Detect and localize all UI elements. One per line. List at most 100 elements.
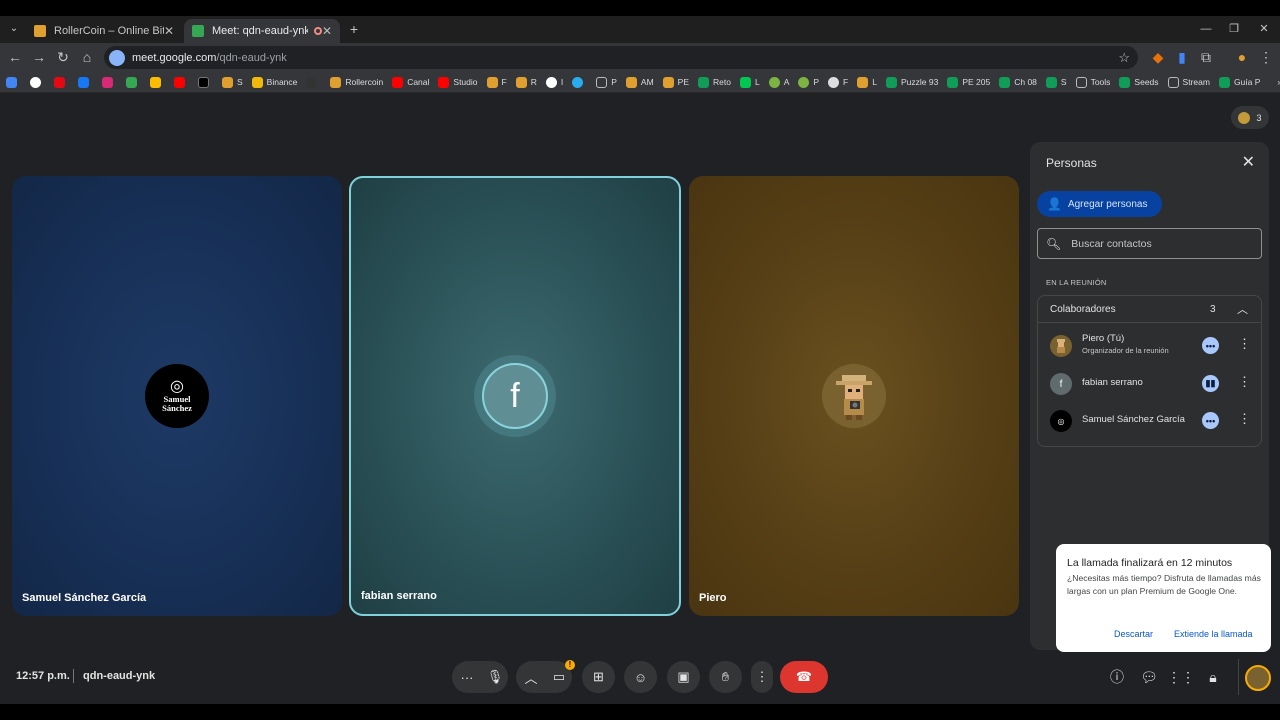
- chevron-up-icon[interactable]: ︿: [1237, 301, 1248, 317]
- bookmark-item[interactable]: Studio: [438, 76, 478, 88]
- close-tab-icon[interactable]: ✕: [322, 24, 332, 38]
- bookmark-item[interactable]: [78, 76, 93, 88]
- bookmark-item[interactable]: Binance: [251, 76, 297, 88]
- bookmark-item[interactable]: [174, 76, 189, 88]
- home-icon[interactable]: ⌂: [77, 47, 97, 67]
- browser-menu-icon[interactable]: ⋮: [1256, 47, 1276, 67]
- video-tile-samuel[interactable]: ◎ Samuel Sánchez Samuel Sánchez García: [12, 176, 342, 616]
- bookmark-item[interactable]: [572, 76, 587, 88]
- bookmark-item[interactable]: Puzzle 93: [885, 76, 938, 88]
- participants-count-button[interactable]: 3: [1231, 106, 1269, 129]
- bookmark-item[interactable]: A: [768, 76, 789, 88]
- close-tab-icon[interactable]: ✕: [164, 24, 174, 38]
- participant-row[interactable]: f fabian serrano ▮▮ ⋮: [1038, 365, 1261, 402]
- more-options-icon[interactable]: ⋮: [1238, 374, 1251, 390]
- extend-call-button[interactable]: Extiende la llamada: [1174, 629, 1253, 639]
- bookmark-star-icon[interactable]: ☆: [1118, 50, 1130, 66]
- minimize-icon[interactable]: —: [1196, 19, 1216, 39]
- bookmark-item[interactable]: [30, 76, 45, 88]
- bookmark-folder[interactable]: Tools: [1075, 76, 1110, 88]
- address-bar[interactable]: meet.google.com /qdn-eaud-ynk ☆: [104, 46, 1138, 69]
- bookmark-item[interactable]: [126, 76, 141, 88]
- site-info-icon[interactable]: [109, 49, 125, 66]
- bookmark-item[interactable]: PE 205: [947, 76, 990, 88]
- bookmark-item[interactable]: Seeds: [1119, 76, 1159, 88]
- bookmark-item[interactable]: F: [486, 76, 507, 88]
- bookmark-item[interactable]: S: [222, 76, 243, 88]
- extension-fox-icon[interactable]: ◆: [1148, 47, 1168, 67]
- end-call-button[interactable]: ☎︎: [780, 661, 828, 693]
- add-people-button[interactable]: 👤 Agregar personas: [1037, 191, 1162, 217]
- captions-button[interactable]: ▣: [667, 661, 700, 693]
- microphone-button[interactable]: 🎙︎: [482, 661, 508, 693]
- dismiss-button[interactable]: Descartar: [1114, 629, 1153, 639]
- bookmark-item[interactable]: Reto: [698, 76, 731, 88]
- tab-rollercoin[interactable]: RollerCoin – Online Bitcoin Mining ✕: [26, 19, 182, 43]
- close-window-icon[interactable]: ✕: [1254, 19, 1274, 39]
- search-contacts-input[interactable]: 🔍︎ Buscar contactos: [1037, 228, 1262, 259]
- sheets-icon: [999, 76, 1011, 88]
- bookmark-item[interactable]: [198, 76, 213, 88]
- tab-meet[interactable]: Meet: qdn-eaud-ynk ✕: [184, 19, 340, 43]
- bookmark-item[interactable]: Ch 08: [999, 76, 1037, 88]
- collaborators-header[interactable]: Colaboradores 3 ︿: [1038, 296, 1261, 323]
- restore-icon[interactable]: ❐: [1224, 19, 1244, 39]
- bookmark-item[interactable]: F: [828, 76, 848, 88]
- bookmark-item[interactable]: L: [739, 76, 760, 88]
- bookmark-icon: [828, 76, 840, 88]
- bookmark-item[interactable]: AM: [625, 76, 654, 88]
- more-options-button[interactable]: ⋮: [751, 661, 773, 693]
- raise-hand-button[interactable]: ✋︎: [709, 661, 742, 693]
- tab-search-icon[interactable]: ⌄: [4, 19, 24, 39]
- video-options-button[interactable]: ︿: [516, 661, 546, 693]
- bookmark-item[interactable]: Rollercoin: [330, 76, 383, 88]
- profile-avatar[interactable]: ●: [1232, 47, 1252, 67]
- new-tab-button[interactable]: +: [344, 19, 364, 39]
- host-controls-icon[interactable]: 🔒︎: [1203, 667, 1223, 687]
- bookmark-label: Reto: [713, 77, 731, 87]
- bookmark-item[interactable]: S: [1045, 76, 1067, 88]
- bookmark-label: L: [872, 77, 877, 87]
- bookmark-item[interactable]: [102, 76, 117, 88]
- bookmark-item[interactable]: L: [857, 76, 877, 88]
- extensions-puzzle-icon[interactable]: ⧉: [1196, 47, 1216, 67]
- audio-options-button[interactable]: ···: [452, 661, 482, 693]
- meeting-info-icon[interactable]: ⓘ: [1107, 667, 1127, 687]
- bookmark-item[interactable]: Guía P: [1218, 76, 1260, 88]
- reactions-button[interactable]: ☺: [624, 661, 657, 693]
- divider: [73, 669, 74, 683]
- bookmark-label: P: [813, 77, 820, 87]
- participant-row[interactable]: Piero (Tú) Organizador de la reunión •••…: [1038, 327, 1261, 364]
- video-tile-piero[interactable]: Piero: [689, 176, 1019, 616]
- tab-title: RollerCoin – Online Bitcoin Mining: [54, 25, 164, 37]
- bookmark-item[interactable]: [54, 76, 69, 88]
- video-tile-fabian[interactable]: f fabian serrano: [349, 176, 681, 616]
- chat-icon[interactable]: 💬︎: [1139, 667, 1159, 687]
- back-icon[interactable]: ←: [5, 47, 25, 67]
- bookmark-folder[interactable]: Stream: [1167, 76, 1210, 88]
- bookmark-item[interactable]: [6, 76, 21, 88]
- group-label: Colaboradores: [1050, 304, 1116, 315]
- more-options-icon[interactable]: ⋮: [1238, 411, 1251, 427]
- bookmark-item[interactable]: Canal: [392, 76, 429, 88]
- reload-icon[interactable]: ↻: [53, 47, 73, 67]
- tab-bar: ⌄ RollerCoin – Online Bitcoin Mining ✕ M…: [0, 16, 1280, 43]
- extension-shield-icon[interactable]: ▮: [1172, 47, 1192, 67]
- avatar: [822, 364, 886, 428]
- bookmark-item[interactable]: [150, 76, 165, 88]
- forward-icon[interactable]: →: [29, 47, 49, 67]
- bookmark-item[interactable]: I: [545, 76, 563, 88]
- self-avatar[interactable]: [1245, 665, 1271, 691]
- participant-name: Piero (Tú): [1082, 333, 1125, 344]
- present-screen-button[interactable]: ⊞: [582, 661, 615, 693]
- bookmark-item[interactable]: PE: [662, 76, 689, 88]
- bookmark-item[interactable]: R: [515, 76, 537, 88]
- bookmark-item[interactable]: [306, 76, 321, 88]
- activities-icon[interactable]: ⋮⋮: [1167, 667, 1195, 687]
- present-icon: ⊞: [593, 669, 604, 684]
- bookmark-item[interactable]: P: [798, 76, 820, 88]
- participant-row[interactable]: ◎ Samuel Sánchez García ••• ⋮: [1038, 402, 1261, 439]
- close-icon[interactable]: ✕: [1242, 152, 1255, 172]
- bookmark-folder[interactable]: P: [596, 76, 617, 88]
- more-options-icon[interactable]: ⋮: [1238, 336, 1251, 352]
